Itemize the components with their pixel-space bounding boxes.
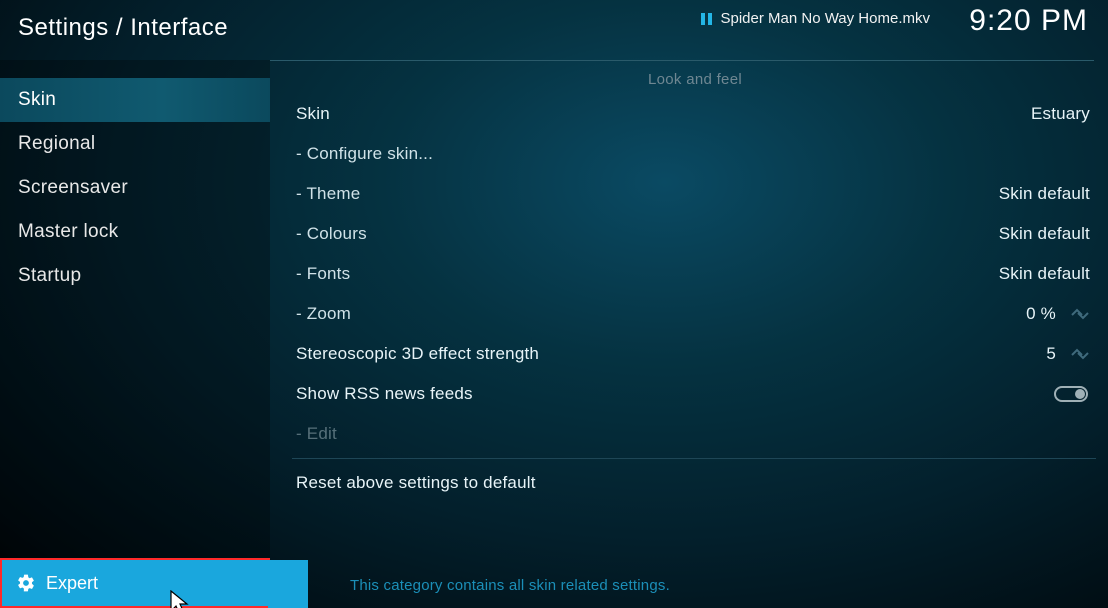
setting-value: 5 xyxy=(1046,344,1056,364)
setting-label: - Theme xyxy=(296,184,360,204)
setting-value: Skin default xyxy=(999,264,1090,284)
setting-label: Show RSS news feeds xyxy=(296,384,473,404)
sidebar-item-skin[interactable]: Skin xyxy=(0,78,270,122)
setting-stereo3d[interactable]: Stereoscopic 3D effect strength 5 xyxy=(296,334,1094,374)
setting-value: 0 % xyxy=(1026,304,1056,324)
setting-skin[interactable]: Skin Estuary xyxy=(296,94,1094,134)
toggle-off-icon[interactable] xyxy=(1054,386,1088,402)
main-panel: Look and feel Skin Estuary - Configure s… xyxy=(270,60,1108,608)
section-title: Look and feel xyxy=(296,61,1094,94)
sidebar-item-masterlock[interactable]: Master lock xyxy=(0,210,270,254)
sidebar-item-label: Regional xyxy=(18,133,95,154)
setting-edit-rss: - Edit xyxy=(296,414,1094,454)
sidebar-item-screensaver[interactable]: Screensaver xyxy=(0,166,270,210)
sidebar-item-label: Startup xyxy=(18,265,81,286)
sidebar: Skin Regional Screensaver Master lock St… xyxy=(0,60,270,608)
setting-label: Reset above settings to default xyxy=(296,473,536,493)
setting-theme[interactable]: - Theme Skin default xyxy=(296,174,1094,214)
pause-icon xyxy=(701,13,712,25)
gear-icon xyxy=(16,573,36,593)
now-playing[interactable]: Spider Man No Way Home.mkv xyxy=(701,10,930,27)
setting-value: Skin default xyxy=(999,184,1090,204)
reset-defaults[interactable]: Reset above settings to default xyxy=(296,463,1094,503)
sidebar-item-startup[interactable]: Startup xyxy=(0,254,270,298)
spinner-icon[interactable] xyxy=(1070,307,1090,321)
cursor-icon xyxy=(170,590,192,608)
setting-value: Estuary xyxy=(1031,104,1090,124)
sidebar-item-label: Master lock xyxy=(18,221,118,242)
page-title: Settings / Interface xyxy=(18,14,228,42)
setting-zoom[interactable]: - Zoom 0 % xyxy=(296,294,1094,334)
spinner-icon[interactable] xyxy=(1070,347,1090,361)
setting-value: Skin default xyxy=(999,224,1090,244)
now-playing-label: Spider Man No Way Home.mkv xyxy=(720,10,930,27)
setting-label: Stereoscopic 3D effect strength xyxy=(296,344,539,364)
sidebar-item-label: Screensaver xyxy=(18,177,128,198)
setting-configure-skin[interactable]: - Configure skin... xyxy=(296,134,1094,174)
setting-label: Skin xyxy=(296,104,330,124)
setting-label: - Zoom xyxy=(296,304,351,324)
setting-colours[interactable]: - Colours Skin default xyxy=(296,214,1094,254)
settings-level-button[interactable]: Expert xyxy=(0,558,270,608)
sidebar-item-label: Skin xyxy=(18,89,56,110)
sidebar-item-regional[interactable]: Regional xyxy=(0,122,270,166)
settings-level-label: Expert xyxy=(46,573,98,594)
setting-fonts[interactable]: - Fonts Skin default xyxy=(296,254,1094,294)
setting-label: - Colours xyxy=(296,224,367,244)
description-text: This category contains all skin related … xyxy=(350,577,1088,594)
setting-label: - Edit xyxy=(296,424,337,444)
setting-show-rss[interactable]: Show RSS news feeds xyxy=(296,374,1094,414)
setting-label: - Fonts xyxy=(296,264,350,284)
setting-label: - Configure skin... xyxy=(296,144,433,164)
clock: 9:20 PM xyxy=(969,4,1088,38)
